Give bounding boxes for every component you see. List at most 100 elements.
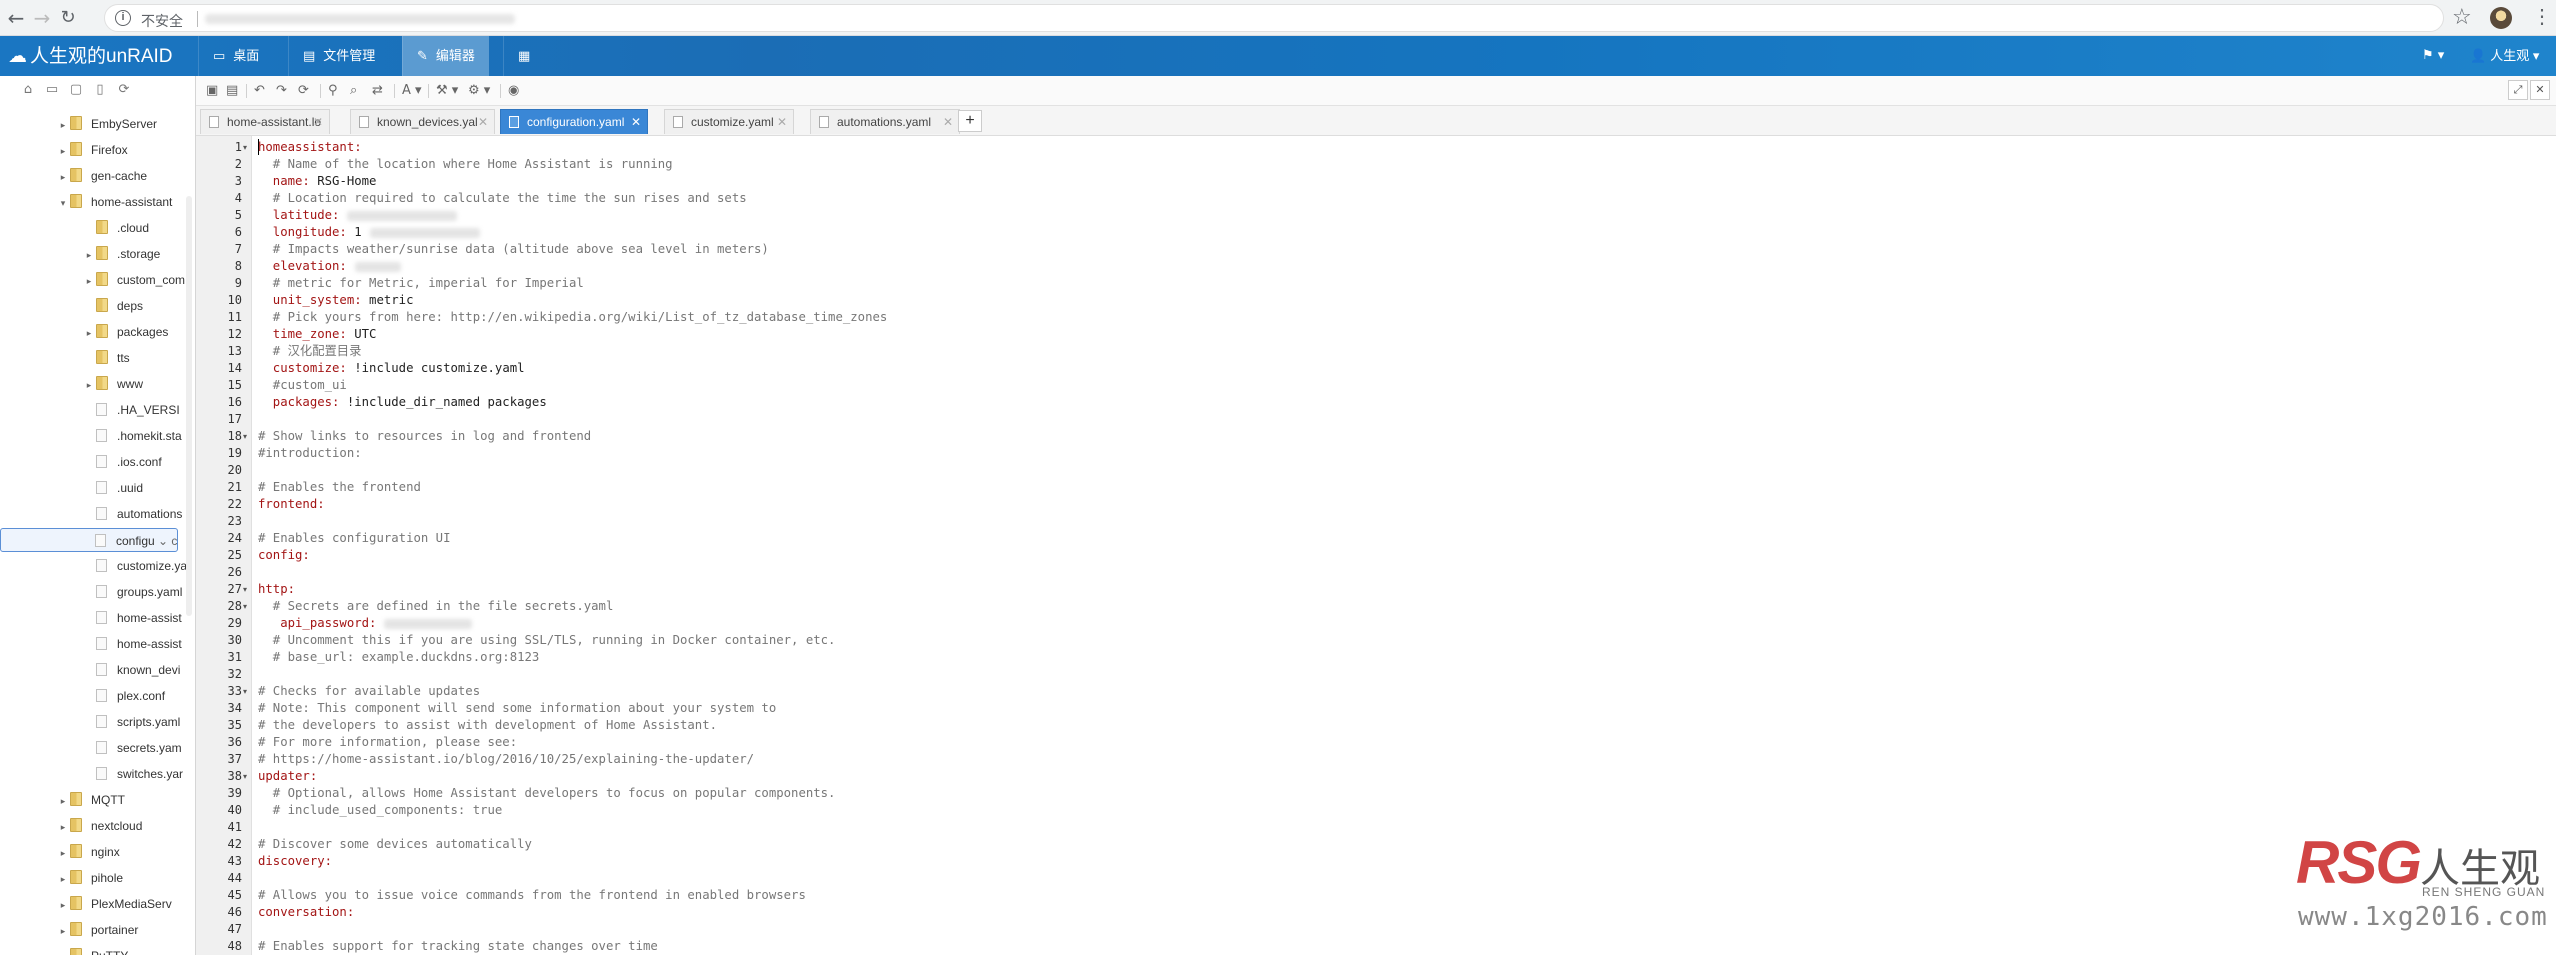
settings-gear-icon[interactable]: ⚙ ▾ [468,83,490,98]
tree-folder[interactable]: tts [82,346,186,370]
rename-dropdown-icon[interactable]: ⌄ cp [155,534,177,548]
expand-arrow-icon[interactable]: ▸ [56,868,70,890]
flag-menu-icon[interactable]: ⚑ ▾ [2422,36,2444,76]
expand-arrow-icon[interactable]: ▸ [56,114,70,136]
search-icon[interactable]: ⌕ [350,83,357,98]
tree-folder[interactable]: ▸ MQTT [56,788,186,812]
tab-close-icon[interactable]: ✕ [313,110,323,134]
tab-desktop[interactable]: ▭ 桌面 [198,36,273,76]
new-file-icon[interactable]: ▯ [88,82,112,97]
tree-file[interactable]: .uuid [82,476,186,500]
tree-file[interactable]: scripts.yaml [82,710,186,734]
tree-file[interactable]: .ios.conf [82,450,186,474]
reload-icon[interactable]: ↻ [56,6,80,30]
replace-icon[interactable]: ⇄ [372,83,383,98]
file-tab[interactable]: home-assistant.lo ✕ [200,109,330,134]
expand-arrow-icon[interactable]: ▸ [56,842,70,864]
tab-close-icon[interactable]: ✕ [478,110,488,134]
tree-folder[interactable]: ▸ nginx [56,840,186,864]
collapse-arrow-icon[interactable]: ▾ [56,192,70,214]
expand-arrow-icon[interactable]: ▸ [82,322,96,344]
tree-folder[interactable]: ▸ gen-cache [56,164,186,188]
tree-file[interactable]: plex.conf [82,684,186,708]
user-menu[interactable]: 👤 人生观 ▾ [2470,36,2539,76]
tree-folder[interactable]: ▾ home-assistant [56,190,186,214]
tree-folder[interactable]: ▸ .storage [82,242,186,266]
tree-folder[interactable]: ▸ custom_com [82,268,186,292]
tree-file[interactable]: groups.yaml [82,580,186,604]
fold-arrow-icon[interactable]: ▾ [243,683,247,700]
tab-file-manager[interactable]: ▤ 文件管理 [288,36,389,76]
tree-file[interactable]: customize.ya [82,554,186,578]
expand-arrow-icon[interactable]: ▸ [56,140,70,162]
tree-folder[interactable]: deps [82,294,186,318]
bookmark-star-icon[interactable]: ☆ [2452,5,2472,30]
computer-icon[interactable]: ▭ [40,82,64,97]
fold-arrow-icon[interactable]: ▾ [243,598,247,615]
home-icon[interactable]: ⌂ [16,82,40,97]
save-all-icon[interactable]: ▤ [226,83,238,98]
forward-icon[interactable]: → [30,6,54,30]
tab-grid[interactable]: ▦ [503,36,544,76]
close-icon[interactable]: ✕ [2530,80,2550,100]
code-editor[interactable]: homeassistant: # Name of the location wh… [252,136,2556,955]
tree-folder[interactable]: .cloud [82,216,186,240]
tree-file[interactable]: .HA_VERSI [82,398,186,422]
tree-folder[interactable]: ▸ EmbyServer [56,112,186,136]
preview-eye-icon[interactable]: ◉ [508,83,519,98]
expand-arrow-icon[interactable]: ▸ [82,374,96,396]
tree-file[interactable]: configu ⌄ cp [0,528,178,552]
new-tab-button[interactable]: + [958,110,982,132]
tree-folder[interactable]: ▸ pihole [56,866,186,890]
font-size-icon[interactable]: A ▾ [402,83,422,98]
tree-file[interactable]: .homekit.sta [82,424,186,448]
profile-avatar[interactable] [2490,7,2512,29]
undo-icon[interactable]: ↶ [254,83,265,98]
tree-folder[interactable]: ▸ portainer [56,918,186,942]
tree-file[interactable]: known_devi [82,658,186,682]
expand-arrow-icon[interactable]: ▸ [56,166,70,188]
expand-arrow-icon[interactable]: ▸ [56,946,70,955]
fold-arrow-icon[interactable]: ▾ [243,428,247,445]
tab-close-icon[interactable]: ✕ [777,110,787,134]
browser-menu-icon[interactable]: ⋮ [2532,4,2552,29]
expand-arrow-icon[interactable]: ▸ [82,244,96,266]
tree-file[interactable]: home-assist [82,606,186,630]
sidebar-scrollbar[interactable] [186,196,192,616]
tree-folder[interactable]: ▸ packages [82,320,186,344]
address-bar[interactable]: i 不安全 [104,4,2444,32]
tab-close-icon[interactable]: ✕ [943,110,953,134]
file-tab[interactable]: known_devices.yal ✕ [350,109,495,134]
expand-arrow-icon[interactable]: ▸ [56,816,70,838]
file-tab[interactable]: automations.yaml ✕ [810,109,960,134]
tree-file[interactable]: switches.yar [82,762,186,786]
tree-file[interactable]: automations [82,502,186,526]
tree-folder[interactable]: ▸ nextcloud [56,814,186,838]
folder-open-icon[interactable]: ▢ [64,82,88,97]
tab-editor[interactable]: ✎ 编辑器 [402,36,489,76]
expand-arrow-icon[interactable]: ▸ [56,790,70,812]
tree-folder[interactable]: ▸ PuTTY [56,944,186,955]
tree-file[interactable]: secrets.yam [82,736,186,760]
file-tab[interactable]: customize.yaml ✕ [664,109,794,134]
tab-close-icon[interactable]: ✕ [631,110,641,134]
back-icon[interactable]: ← [4,6,28,30]
fold-arrow-icon[interactable]: ▾ [243,581,247,598]
fold-arrow-icon[interactable]: ▾ [243,768,247,785]
tree-folder[interactable]: ▸ PlexMediaServ [56,892,186,916]
reload-file-icon[interactable]: ⟳ [298,83,309,98]
expand-arrow-icon[interactable]: ▸ [56,894,70,916]
bookmark-icon[interactable]: ⚲ [328,83,338,98]
tree-folder[interactable]: ▸ www [82,372,186,396]
refresh-icon[interactable]: ⟳ [112,82,136,97]
save-icon[interactable]: ▣ [206,83,218,98]
magic-wand-icon[interactable]: ⚒ ▾ [436,83,458,98]
maximize-icon[interactable]: ⤢ [2508,80,2528,100]
file-tab[interactable]: configuration.yaml ✕ [500,109,648,134]
expand-arrow-icon[interactable]: ▸ [56,920,70,942]
tree-file[interactable]: home-assist [82,632,186,656]
redo-icon[interactable]: ↷ [276,83,287,98]
expand-arrow-icon[interactable]: ▸ [82,270,96,292]
tree-folder[interactable]: ▸ Firefox [56,138,186,162]
fold-arrow-icon[interactable]: ▾ [243,139,247,156]
